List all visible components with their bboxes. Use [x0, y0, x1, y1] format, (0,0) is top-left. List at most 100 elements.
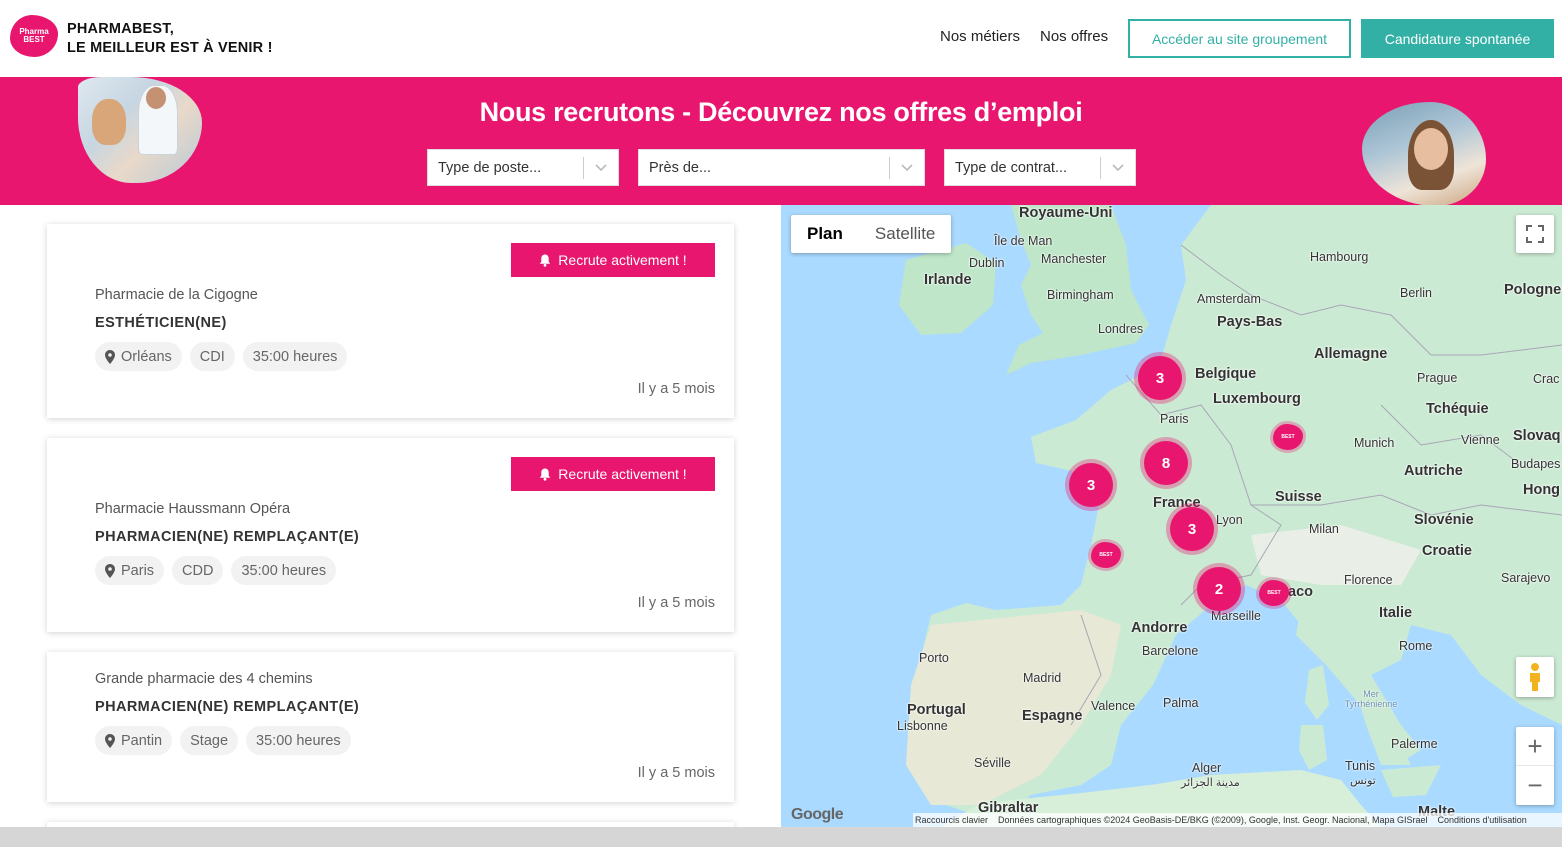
- city: Paris: [121, 562, 155, 579]
- chevron-down-icon: [1101, 163, 1135, 172]
- map-label: Italie: [1379, 605, 1413, 621]
- map-cluster-marker[interactable]: 3: [1138, 356, 1182, 400]
- horizontal-scrollbar[interactable]: [0, 827, 1562, 847]
- map-type-plan[interactable]: Plan: [791, 215, 859, 253]
- map-label: Sarajevo: [1501, 571, 1551, 585]
- map-label: Amsterdam: [1197, 292, 1261, 306]
- hours-tag: 35:00 heures: [246, 726, 351, 755]
- job-offer-card[interactable]: Recrute activement ! Pharmacie Haussmann…: [47, 438, 734, 632]
- type-de-poste-select[interactable]: Type de poste...: [427, 149, 619, 186]
- map-label: Lisbonne: [897, 719, 948, 733]
- map-label: Séville: [974, 756, 1011, 770]
- map-label: Manchester: [1041, 252, 1107, 266]
- map-label: Pays-Bas: [1217, 314, 1283, 330]
- posted-age: Il y a 5 mois: [637, 765, 715, 781]
- map-label: Valence: [1091, 699, 1136, 713]
- map-label: Royaume-Uni: [1019, 205, 1113, 221]
- map-label: تونس: [1350, 775, 1376, 787]
- map-label: Allemagne: [1314, 346, 1388, 362]
- bell-icon: [540, 468, 551, 481]
- recrute-activement-badge: Recrute activement !: [511, 457, 715, 491]
- map-label: Tunis: [1345, 759, 1376, 773]
- terms-of-use-link[interactable]: Conditions d'utilisation: [1438, 815, 1527, 825]
- offers-map[interactable]: Plan Satellite + − Royaume-Uni Île de Ma…: [781, 205, 1562, 827]
- street-view-pegman[interactable]: [1516, 657, 1554, 697]
- map-label: Slovénie: [1414, 512, 1474, 528]
- pres-de-placeholder: Près de...: [649, 159, 712, 176]
- map-label: Madrid: [1023, 671, 1062, 685]
- job-offer-card[interactable]: Recrute activement ! Pharmacie de la Cig…: [47, 224, 734, 418]
- city: Pantin: [121, 732, 163, 749]
- map-label: Croatie: [1422, 543, 1472, 559]
- candidature-spontanee-button[interactable]: Candidature spontanée: [1361, 19, 1554, 58]
- map-label: Dublin: [969, 256, 1005, 270]
- map-label: Londres: [1098, 322, 1144, 336]
- acceder-site-groupement-button[interactable]: Accéder au site groupement: [1128, 19, 1351, 58]
- map-cluster-marker[interactable]: 8: [1144, 441, 1188, 485]
- map-label: Tchéquie: [1426, 401, 1489, 417]
- map-label: Vienne: [1461, 433, 1500, 447]
- map-label: Marseille: [1211, 609, 1262, 623]
- zoom-in-button[interactable]: +: [1516, 727, 1554, 766]
- city: Orléans: [121, 348, 172, 365]
- type-de-poste-placeholder: Type de poste...: [438, 159, 542, 176]
- map-label: Mer Tyrrhénienne: [1344, 689, 1398, 709]
- recruitment-banner: Nous recrutons - Découvrez nos offres d’…: [0, 77, 1562, 205]
- posted-age: Il y a 5 mois: [637, 595, 715, 611]
- map-label: Portugal: [907, 702, 966, 718]
- fullscreen-button[interactable]: [1516, 215, 1554, 253]
- type-de-contrat-select[interactable]: Type de contrat...: [944, 149, 1136, 186]
- nav-nos-offres[interactable]: Nos offres: [1040, 28, 1108, 45]
- map-cluster-marker[interactable]: 3: [1170, 507, 1214, 551]
- job-offers-list: Recrute activement ! Pharmacie de la Cig…: [0, 205, 781, 827]
- map-attribution: Raccourcis clavier Données cartographiqu…: [913, 813, 1562, 827]
- job-title: ESTHÉTICIEN(NE): [95, 315, 227, 331]
- pharmabest-logo[interactable]: Pharma BEST: [10, 15, 58, 57]
- map-label: مدينة الجزائر: [1181, 777, 1240, 789]
- pharmacy-name: Grande pharmacie des 4 chemins: [95, 671, 313, 687]
- map-data-credit: Données cartographiques ©2024 GeoBasis-D…: [998, 815, 1428, 825]
- site-header: Pharma BEST PHARMABEST, LE MEILLEUR EST …: [0, 0, 1562, 77]
- contract-tag: Stage: [180, 726, 239, 755]
- chevron-down-icon: [584, 163, 618, 172]
- map-type-satellite[interactable]: Satellite: [859, 215, 951, 253]
- map-label: Palma: [1163, 696, 1199, 710]
- map-label: Birmingham: [1047, 288, 1114, 302]
- map-label: Belgique: [1195, 366, 1257, 382]
- map-label: Hong: [1523, 482, 1561, 498]
- map-label: Berlin: [1400, 286, 1432, 300]
- map-label: aco: [1288, 584, 1313, 600]
- zoom-out-button[interactable]: −: [1516, 766, 1554, 805]
- logo-text: Pharma BEST: [19, 27, 49, 44]
- recrute-activement-badge: Recrute activement !: [511, 243, 715, 277]
- pegman-icon: [1530, 663, 1540, 691]
- nav-nos-metiers[interactable]: Nos métiers: [940, 28, 1020, 45]
- hours-tag: 35:00 heures: [242, 342, 348, 371]
- keyboard-shortcuts-link[interactable]: Raccourcis clavier: [915, 815, 988, 825]
- location-pin-icon: [105, 563, 115, 578]
- job-offer-card[interactable]: Grande pharmacie des 4 chemins PHARMACIE…: [47, 652, 734, 802]
- map-label: Slovaq: [1513, 428, 1561, 444]
- map-label: Palerme: [1391, 737, 1438, 751]
- brand-line-1: PHARMABEST,: [67, 21, 174, 37]
- map-label: Budapes: [1511, 457, 1561, 471]
- map-cluster-marker[interactable]: 2: [1197, 567, 1241, 611]
- location-tag: Paris: [95, 556, 165, 585]
- badge-label: Recrute activement !: [558, 252, 687, 268]
- location-pin-icon: [105, 349, 115, 364]
- job-title: PHARMACIEN(NE) REMPLAÇANT(E): [95, 529, 360, 545]
- map-label: Andorre: [1131, 620, 1188, 636]
- contract-tag: CDI: [189, 342, 235, 371]
- map-cluster-marker[interactable]: 3: [1069, 463, 1113, 507]
- map-label: Rome: [1399, 639, 1433, 653]
- contract-tag: CDD: [172, 556, 224, 585]
- map-label: Irlande: [924, 272, 972, 288]
- map-label: Pologne: [1504, 282, 1562, 298]
- map-label: Espagne: [1022, 708, 1083, 724]
- job-title: PHARMACIEN(NE) REMPLAÇANT(E): [95, 699, 360, 715]
- pres-de-select[interactable]: Près de...: [638, 149, 925, 186]
- zoom-control: + −: [1516, 727, 1554, 805]
- map-label: Florence: [1344, 573, 1393, 587]
- badge-label: Recrute activement !: [558, 466, 687, 482]
- map-label: Lyon: [1216, 513, 1243, 527]
